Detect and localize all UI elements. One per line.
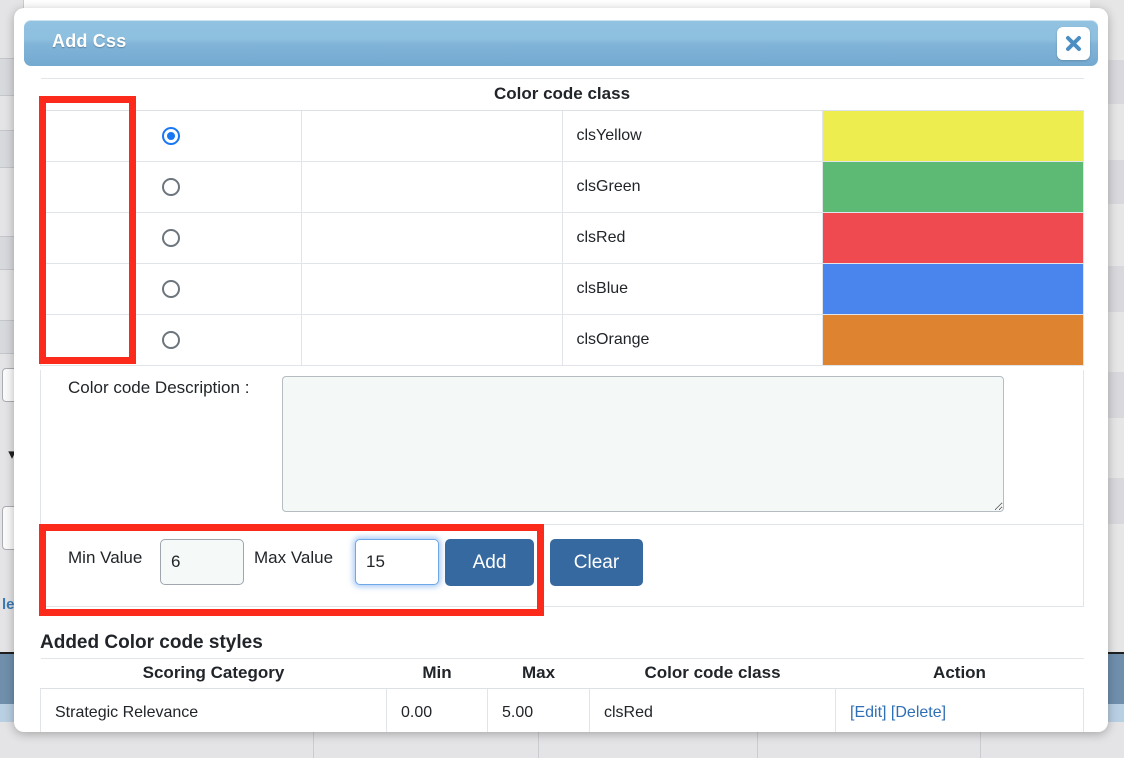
color-class-radio-cell[interactable] <box>41 162 302 213</box>
background-link-fragment: le <box>2 596 15 613</box>
color-class-radio-cell[interactable] <box>41 264 302 315</box>
radio-button-clsRed[interactable] <box>162 229 180 247</box>
edit-link[interactable]: [Edit] <box>850 704 886 721</box>
added-table-column-header: Scoring Category <box>41 659 387 689</box>
color-class-radio-cell[interactable] <box>41 315 302 366</box>
added-table-column-header: Action <box>836 659 1084 689</box>
radio-button-clsGreen[interactable] <box>162 178 180 196</box>
color-class-name-cell: clsBlue <box>562 264 823 315</box>
color-swatch-clsOrange <box>823 315 1083 365</box>
close-x-icon <box>1064 34 1083 53</box>
color-swatch-clsYellow <box>823 111 1083 161</box>
action-cell: [Edit] [Delete] <box>836 689 1084 733</box>
color-class-spacer-cell <box>301 213 562 264</box>
color-class-radio-cell[interactable] <box>41 213 302 264</box>
added-color-code-styles-table: Scoring CategoryMinMaxColor code classAc… <box>40 658 1084 732</box>
add-css-modal: Add Css Color code class clsYellowclsGre… <box>14 8 1108 732</box>
add-button[interactable]: Add <box>445 539 534 586</box>
color-class-name-cell: clsYellow <box>562 111 823 162</box>
color-class-swatch-cell <box>823 213 1084 264</box>
color-class-swatch-cell <box>823 315 1084 366</box>
color-class-swatch-cell <box>823 162 1084 213</box>
color-code-class-table: Color code class clsYellowclsGreenclsRed… <box>40 78 1084 366</box>
color-class-row[interactable]: clsRed <box>41 213 1084 264</box>
added-styles-title: Added Color code styles <box>40 632 263 654</box>
color-class-row[interactable]: clsGreen <box>41 162 1084 213</box>
min-value-label: Min Value <box>68 548 142 568</box>
color-code-description-label: Color code Description : <box>68 378 249 398</box>
table-row: Strategic Relevance0.005.00clsRed[Edit] … <box>41 689 1084 733</box>
color-class-radio-cell[interactable] <box>41 111 302 162</box>
color-swatch-clsRed <box>823 213 1083 263</box>
color-swatch-clsGreen <box>823 162 1083 212</box>
close-icon[interactable] <box>1057 27 1090 60</box>
delete-link[interactable]: [Delete] <box>891 704 946 721</box>
max-value-input[interactable] <box>355 539 439 585</box>
added-table-header-row: Scoring CategoryMinMaxColor code classAc… <box>41 659 1084 689</box>
added-table-column-header: Min <box>387 659 488 689</box>
scoring-category-cell: Strategic Relevance <box>41 689 387 733</box>
modal-header: Add Css <box>24 20 1098 66</box>
color-table-header: Color code class <box>41 79 1084 111</box>
max-value-label: Max Value <box>254 548 333 568</box>
color-class-name-cell: clsRed <box>562 213 823 264</box>
radio-button-clsBlue[interactable] <box>162 280 180 298</box>
max-cell: 5.00 <box>488 689 590 733</box>
color-code-description-row: Color code Description : <box>40 370 1084 525</box>
added-table-column-header: Color code class <box>590 659 836 689</box>
color-class-spacer-cell <box>301 264 562 315</box>
color-class-name-cell: clsOrange <box>562 315 823 366</box>
radio-button-clsYellow[interactable] <box>162 127 180 145</box>
modal-title: Add Css <box>52 31 126 52</box>
modal-body: Color code class clsYellowclsGreenclsRed… <box>14 70 1108 732</box>
min-value-input[interactable] <box>160 539 244 585</box>
color-table-header-row: Color code class <box>41 79 1084 111</box>
min-cell: 0.00 <box>387 689 488 733</box>
color-class-row[interactable]: clsOrange <box>41 315 1084 366</box>
color-class-row[interactable]: clsBlue <box>41 264 1084 315</box>
color-class-spacer-cell <box>301 111 562 162</box>
color-class-spacer-cell <box>301 315 562 366</box>
color-class-swatch-cell <box>823 111 1084 162</box>
color-class-row[interactable]: clsYellow <box>41 111 1084 162</box>
radio-button-clsOrange[interactable] <box>162 331 180 349</box>
added-table-column-header: Max <box>488 659 590 689</box>
color-class-spacer-cell <box>301 162 562 213</box>
color-class-swatch-cell <box>823 264 1084 315</box>
clear-button[interactable]: Clear <box>550 539 643 586</box>
color-class-name-cell: clsGreen <box>562 162 823 213</box>
color-code-description-input[interactable] <box>282 376 1004 512</box>
color-code-class-cell: clsRed <box>590 689 836 733</box>
min-max-row: Min Value Max Value Add Clear <box>40 525 1084 607</box>
color-swatch-clsBlue <box>823 264 1083 314</box>
